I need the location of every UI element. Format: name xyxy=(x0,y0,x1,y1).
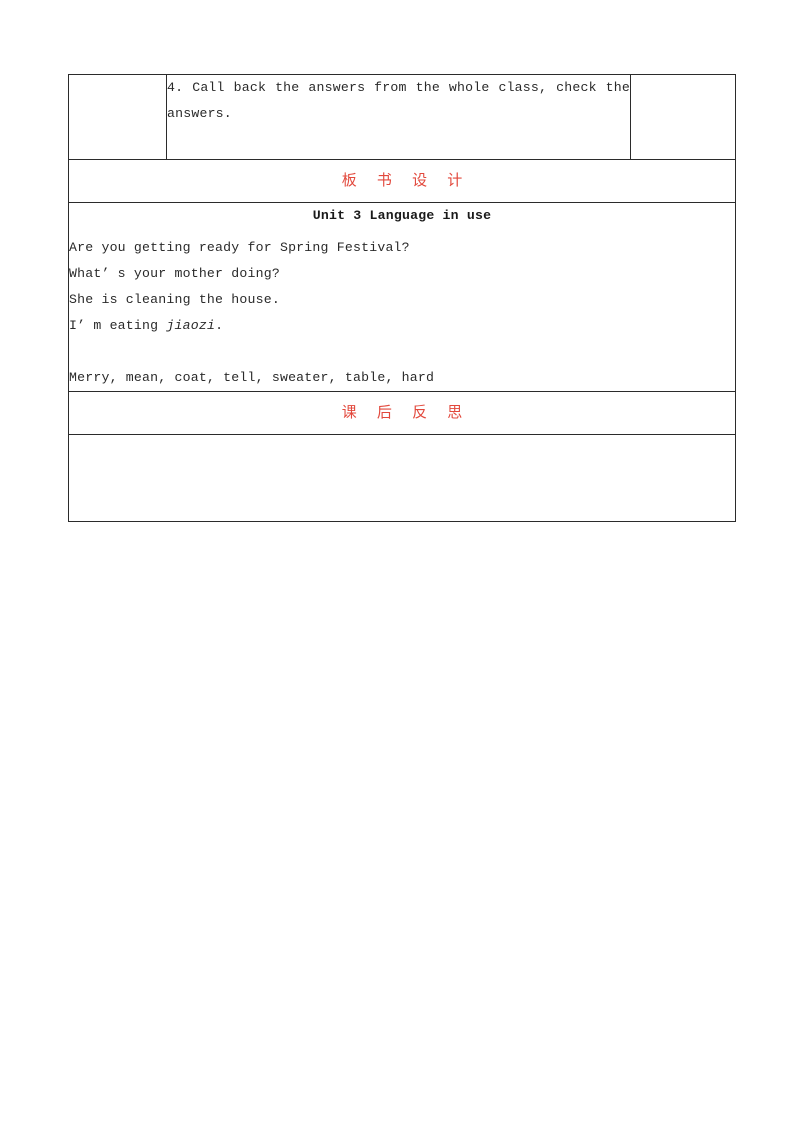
board-design-line-3: She is cleaning the house. xyxy=(69,292,280,307)
lesson-plan-table: 4. Call back the answers from the whole … xyxy=(68,74,736,522)
reflection-header-cell: 课 后 反 思 xyxy=(68,391,736,435)
table-row-board-body: Unit 3 Language in use Are you getting r… xyxy=(68,202,736,392)
board-design-heading: Unit 3 Language in use xyxy=(312,208,492,223)
board-design-line-2: What’ s your mother doing? xyxy=(69,266,280,281)
table-row-reflection-body xyxy=(68,434,736,522)
procedure-step-cell: 4. Call back the answers from the whole … xyxy=(166,74,631,160)
table-row-reflection-header: 课 后 反 思 xyxy=(68,391,736,435)
table-row-board-header: 板 书 设 计 xyxy=(68,159,736,203)
procedure-stage-cell xyxy=(68,74,167,160)
board-design-spacer xyxy=(69,339,735,365)
board-design-line-1: Are you getting ready for Spring Festiva… xyxy=(69,240,410,255)
board-design-line-4-text: I’ m eating xyxy=(69,318,167,333)
reflection-body-cell xyxy=(68,434,736,522)
board-design-line-4-tail: . xyxy=(215,318,224,333)
reflection-header-label: 课 后 反 思 xyxy=(341,404,471,421)
board-design-header-label: 板 书 设 计 xyxy=(341,172,471,189)
board-design-line-4: I’ m eating jiaozi. xyxy=(69,313,735,339)
board-design-line-4-italic: jiaozi xyxy=(166,318,216,333)
procedure-notes-cell xyxy=(630,74,736,160)
board-design-body-cell: Unit 3 Language in use Are you getting r… xyxy=(68,202,736,392)
table-row-procedure: 4. Call back the answers from the whole … xyxy=(68,74,736,160)
procedure-step-text: 4. Call back the answers from the whole … xyxy=(167,80,630,121)
document-page: 4. Call back the answers from the whole … xyxy=(0,0,800,1132)
board-design-header-cell: 板 书 设 计 xyxy=(68,159,736,203)
board-design-word-list: Merry, mean, coat, tell, sweater, table,… xyxy=(69,370,435,385)
